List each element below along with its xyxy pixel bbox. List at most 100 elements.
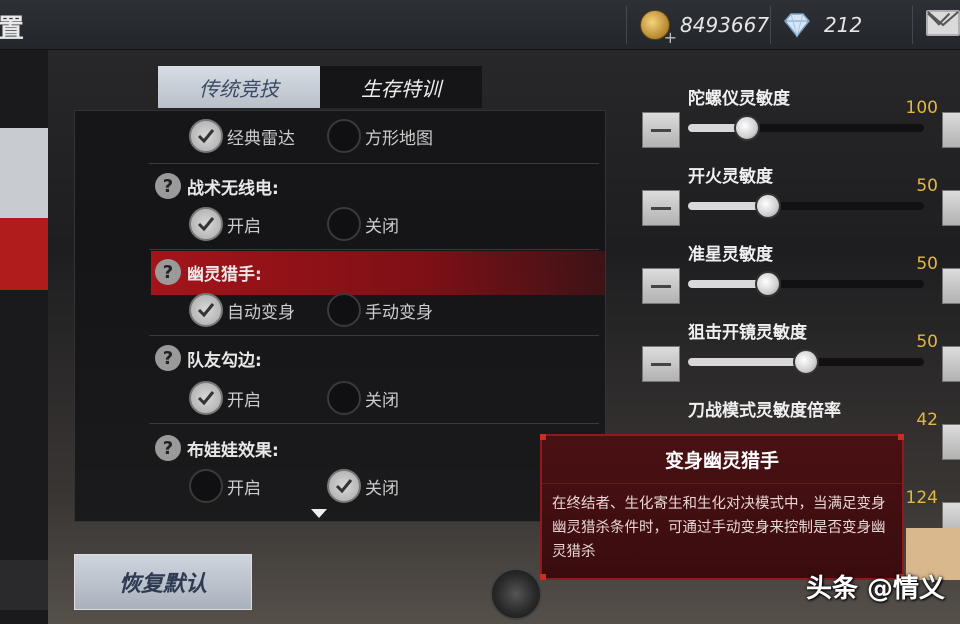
tactical-radio-on[interactable]: 开启 [189,207,261,241]
ragdoll-off[interactable]: 关闭 [327,469,399,503]
radio-checked-icon [189,381,223,415]
slider-title: 陀螺仪灵敏度 [688,89,790,109]
options-panel: 经典雷达 方形地图 ? 战术无线电: 开启 关闭 ? 幽灵猎手: 自动变身 手动… [74,110,606,522]
option-label: 自动变身 [227,302,295,323]
tooltip-title: 变身幽灵猎手 [542,436,902,484]
option-label: 关闭 [365,478,399,499]
ragdoll-on[interactable]: 开启 [189,469,261,503]
mail-icon[interactable] [926,10,960,36]
help-icon[interactable]: ? [155,173,181,199]
help-icon[interactable]: ? [155,345,181,371]
restore-default-button[interactable]: 恢复默认 [74,554,252,610]
option-label: 开启 [227,478,261,499]
decrease-button[interactable] [642,112,680,148]
minus-icon [651,284,671,288]
tab-classic[interactable]: 传统竞技 [158,66,320,108]
teammate-outline-label: ? 队友勾边: [155,345,262,371]
slider-title: 准星灵敏度 [688,245,773,265]
coin-icon [640,10,677,47]
radio-checked-icon [189,207,223,241]
divider [149,335,599,336]
minus-icon [651,128,671,132]
side-tab-inactive[interactable] [0,128,48,218]
option-label: 手动变身 [365,302,433,323]
increase-button[interactable] [942,268,960,304]
divider [149,423,599,424]
increase-button[interactable] [942,112,960,148]
increase-button[interactable] [942,346,960,382]
increase-button[interactable] [942,190,960,226]
radio-unchecked-icon [327,119,361,153]
slider-title: 狙击开镜灵敏度 [688,323,807,343]
slider-value: 50 [916,176,938,196]
side-tab[interactable] [0,560,48,610]
divider [912,6,913,44]
minus-icon [651,206,671,210]
corner-decoration [540,434,546,440]
joystick-button[interactable] [490,568,542,620]
slider-handle[interactable] [755,271,782,297]
tactical-radio-off[interactable]: 关闭 [327,207,399,241]
setting-label: 队友勾边: [187,350,262,371]
tooltip-panel: 变身幽灵猎手 在终结者、生化寄生和生化对决模式中，当满足变身幽灵猎杀条件时，可通… [540,434,904,580]
option-label: 开启 [227,216,261,237]
radio-unchecked-icon [327,207,361,241]
radio-checked-icon [189,293,223,327]
divider [626,6,627,44]
corner-decoration [540,574,546,580]
radio-unchecked-icon [327,293,361,327]
help-icon[interactable]: ? [155,435,181,461]
increase-button[interactable] [942,424,960,460]
page-title: 置 [0,14,25,44]
slider-track[interactable] [688,271,924,297]
radar-option-classic[interactable]: 经典雷达 [189,119,295,153]
slider-value: 50 [916,254,938,274]
setting-label: 战术无线电: [187,178,279,199]
option-label: 关闭 [365,216,399,237]
divider [770,6,771,44]
tactical-radio-label: ? 战术无线电: [155,173,279,199]
top-bar: 置 8493667 212 [0,0,960,50]
ghost-hunter-label: ? 幽灵猎手: [155,259,262,285]
watermark: 头条 @情义 [806,574,946,604]
setting-label: 布娃娃效果: [187,440,279,461]
slider-track[interactable] [688,115,924,141]
decrease-button[interactable] [642,190,680,226]
option-label: 经典雷达 [227,128,295,149]
slider-track[interactable] [688,349,924,375]
diamond-balance[interactable]: 212 [782,0,862,50]
teammate-outline-on[interactable]: 开启 [189,381,261,415]
side-tab-active[interactable] [0,218,48,290]
slider-title: 开火灵敏度 [688,167,773,187]
slider-handle[interactable] [734,115,760,141]
slider-track[interactable] [688,193,924,219]
decrease-button[interactable] [642,346,680,382]
slider-value: 100 [905,98,938,118]
slider-handle[interactable] [793,349,819,375]
scroll-down-icon[interactable] [311,509,327,518]
setting-label: 幽灵猎手: [187,264,262,285]
coin-balance[interactable]: 8493667 [640,0,769,50]
radio-unchecked-icon [327,381,361,415]
slider-handle[interactable] [755,193,782,219]
divider [149,249,599,250]
tab-survival[interactable]: 生存特训 [320,66,482,108]
slider-value: 50 [916,332,938,352]
teammate-outline-off[interactable]: 关闭 [327,381,399,415]
option-label: 方形地图 [365,128,433,149]
tooltip-body: 在终结者、生化寄生和生化对决模式中，当满足变身幽灵猎杀条件时，可通过手动变身来控… [552,496,886,560]
ghost-hunter-manual[interactable]: 手动变身 [327,293,433,327]
help-icon[interactable]: ? [155,259,181,285]
ragdoll-label: ? 布娃娃效果: [155,435,279,461]
radio-checked-icon [327,469,361,503]
corner-decoration [898,434,904,440]
radio-unchecked-icon [189,469,223,503]
radar-option-square[interactable]: 方形地图 [327,119,433,153]
radio-checked-icon [189,119,223,153]
decrease-button[interactable] [642,268,680,304]
option-label: 开启 [227,390,261,411]
ghost-hunter-auto[interactable]: 自动变身 [189,293,295,327]
minus-icon [651,362,671,366]
slider-title: 刀战模式灵敏度倍率 [688,401,841,421]
diamond-amount: 212 [824,13,863,37]
